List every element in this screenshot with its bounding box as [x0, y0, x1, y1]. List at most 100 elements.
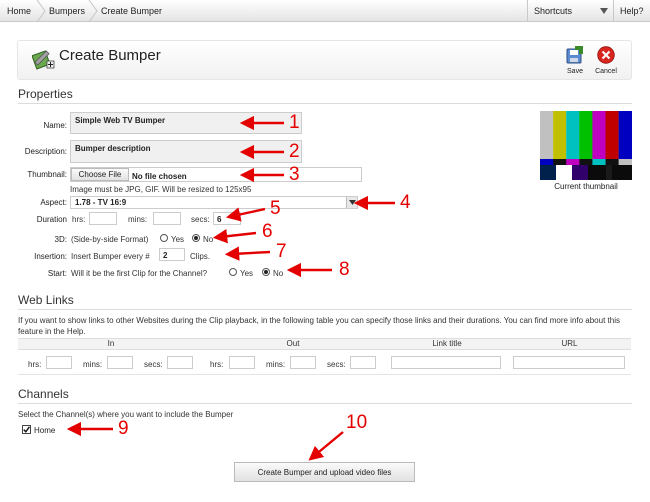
threed-yes-radio[interactable]: [160, 234, 168, 242]
start-no-label: No: [273, 269, 284, 278]
save-button[interactable]: Save: [564, 46, 586, 78]
threed-hint: (Side-by-side Format): [71, 235, 149, 244]
threed-no-radio[interactable]: [192, 234, 200, 242]
description-value: Bumper description: [75, 144, 151, 153]
threed-yes-label: Yes: [171, 235, 185, 244]
start-question: Will it be the first Clip for the Channe…: [71, 269, 208, 278]
url-input[interactable]: [513, 356, 625, 369]
annotation-number-9: 9: [118, 418, 129, 439]
duration-secs-value: 6: [217, 215, 222, 224]
in-mins-input[interactable]: [107, 356, 133, 369]
properties-heading: Properties: [18, 87, 73, 101]
cancel-x-icon: [597, 46, 615, 64]
start-label: Start:: [47, 269, 67, 278]
start-yes-label: Yes: [240, 269, 254, 278]
threed-label: 3D:: [54, 235, 67, 244]
current-thumbnail-image: [540, 111, 632, 180]
annotation-number-8: 8: [339, 259, 350, 280]
web-links-description: If you want to show links to other Websi…: [18, 316, 620, 336]
chevron-down-icon: [349, 200, 356, 205]
start-no-radio[interactable]: [262, 268, 270, 276]
section-divider: [18, 103, 632, 104]
out-hrs-input[interactable]: [229, 356, 255, 369]
annotation-arrow-10: [308, 431, 344, 461]
section-divider: [18, 309, 632, 310]
channel-home-checkbox[interactable]: [22, 425, 31, 434]
duration-hrs-label: hrs:: [72, 215, 86, 224]
section-divider: [18, 403, 632, 404]
in-hrs-input[interactable]: [46, 356, 72, 369]
help-link[interactable]: Help?: [613, 0, 650, 22]
breadcrumb-home[interactable]: Home: [7, 0, 31, 22]
thumbnail-hint: Image must be JPG, GIF. Will be resized …: [70, 185, 252, 194]
insertion-prefix-text: Insert Bumper every #: [71, 252, 150, 261]
breadcrumb-separator-icon: [36, 0, 46, 22]
insertion-label: Insertion:: [34, 252, 67, 261]
aspect-dropdown-button[interactable]: [346, 197, 357, 208]
insertion-suffix-text: Clips.: [190, 252, 211, 261]
insertion-count-input[interactable]: 2: [159, 248, 185, 261]
duration-mins-input[interactable]: [153, 212, 181, 225]
annotation-number-7: 7: [276, 241, 287, 262]
bumper-tools-icon: [32, 50, 55, 70]
in-hrs-label: hrs:: [28, 360, 42, 369]
checkmark-icon: [23, 426, 30, 433]
cancel-label: Cancel: [595, 68, 617, 75]
aspect-label: Aspect:: [40, 198, 67, 207]
annotation-number-6: 6: [262, 221, 273, 242]
aspect-select[interactable]: 1.78 - TV 16:9: [70, 196, 358, 209]
duration-label: Duration: [36, 215, 67, 224]
name-value: Simple Web TV Bumper: [75, 116, 166, 125]
annotation-number-2: 2: [289, 141, 300, 162]
out-mins-label: mins:: [266, 360, 286, 369]
threed-no-label: No: [203, 235, 214, 244]
column-link-title: Link title: [432, 339, 462, 348]
breadcrumb-separator-icon: [88, 0, 98, 22]
aspect-value: 1.78 - TV 16:9: [75, 198, 127, 207]
description-label: Description:: [24, 147, 67, 156]
breadcrumb-bumpers[interactable]: Bumpers: [49, 0, 85, 22]
in-secs-label: secs:: [144, 360, 163, 369]
in-mins-label: mins:: [83, 360, 103, 369]
annotation-arrow-7: [224, 246, 271, 261]
no-file-chosen-text: No file chosen: [132, 172, 187, 181]
column-url: URL: [561, 339, 578, 348]
description-input[interactable]: Bumper description: [70, 140, 302, 163]
help-label: Help?: [620, 6, 644, 16]
shortcuts-label: Shortcuts: [534, 6, 573, 16]
breadcrumb-create-bumper: Create Bumper: [101, 6, 163, 16]
duration-hrs-input[interactable]: [89, 212, 117, 225]
out-secs-input[interactable]: [350, 356, 376, 369]
link-title-input[interactable]: [391, 356, 501, 369]
out-secs-label: secs:: [327, 360, 346, 369]
choose-file-button[interactable]: Choose File: [71, 168, 129, 181]
chevron-down-icon[interactable]: [600, 8, 608, 14]
channels-heading: Channels: [18, 387, 69, 401]
name-input[interactable]: Simple Web TV Bumper: [70, 112, 302, 134]
annotation-number-5: 5: [270, 198, 281, 219]
start-yes-radio[interactable]: [229, 268, 237, 276]
annotation-arrow-6: [212, 229, 257, 244]
column-in: In: [107, 339, 115, 348]
thumbnail-label: Thumbnail:: [27, 170, 67, 179]
out-hrs-label: hrs:: [210, 360, 224, 369]
channel-home-label: Home: [34, 426, 56, 435]
duration-secs-label: secs:: [191, 215, 210, 224]
column-out: Out: [286, 339, 300, 348]
web-links-heading: Web Links: [18, 293, 74, 307]
page-title: Create Bumper: [59, 47, 161, 64]
current-thumbnail-caption: Current thumbnail: [554, 182, 618, 191]
in-secs-input[interactable]: [167, 356, 193, 369]
duration-mins-label: mins:: [128, 215, 148, 224]
annotation-number-10: 10: [346, 412, 368, 433]
save-label: Save: [567, 68, 583, 75]
out-mins-input[interactable]: [290, 356, 316, 369]
duration-secs-input[interactable]: 6: [213, 212, 241, 225]
insertion-count-value: 2: [163, 251, 168, 260]
annotation-number-4: 4: [400, 192, 411, 213]
cancel-button[interactable]: Cancel: [594, 46, 618, 78]
name-label: Name:: [43, 121, 67, 130]
annotation-number-1: 1: [289, 112, 300, 133]
annotation-number-3: 3: [289, 164, 300, 185]
create-bumper-button[interactable]: Create Bumper and upload video files: [234, 462, 415, 482]
